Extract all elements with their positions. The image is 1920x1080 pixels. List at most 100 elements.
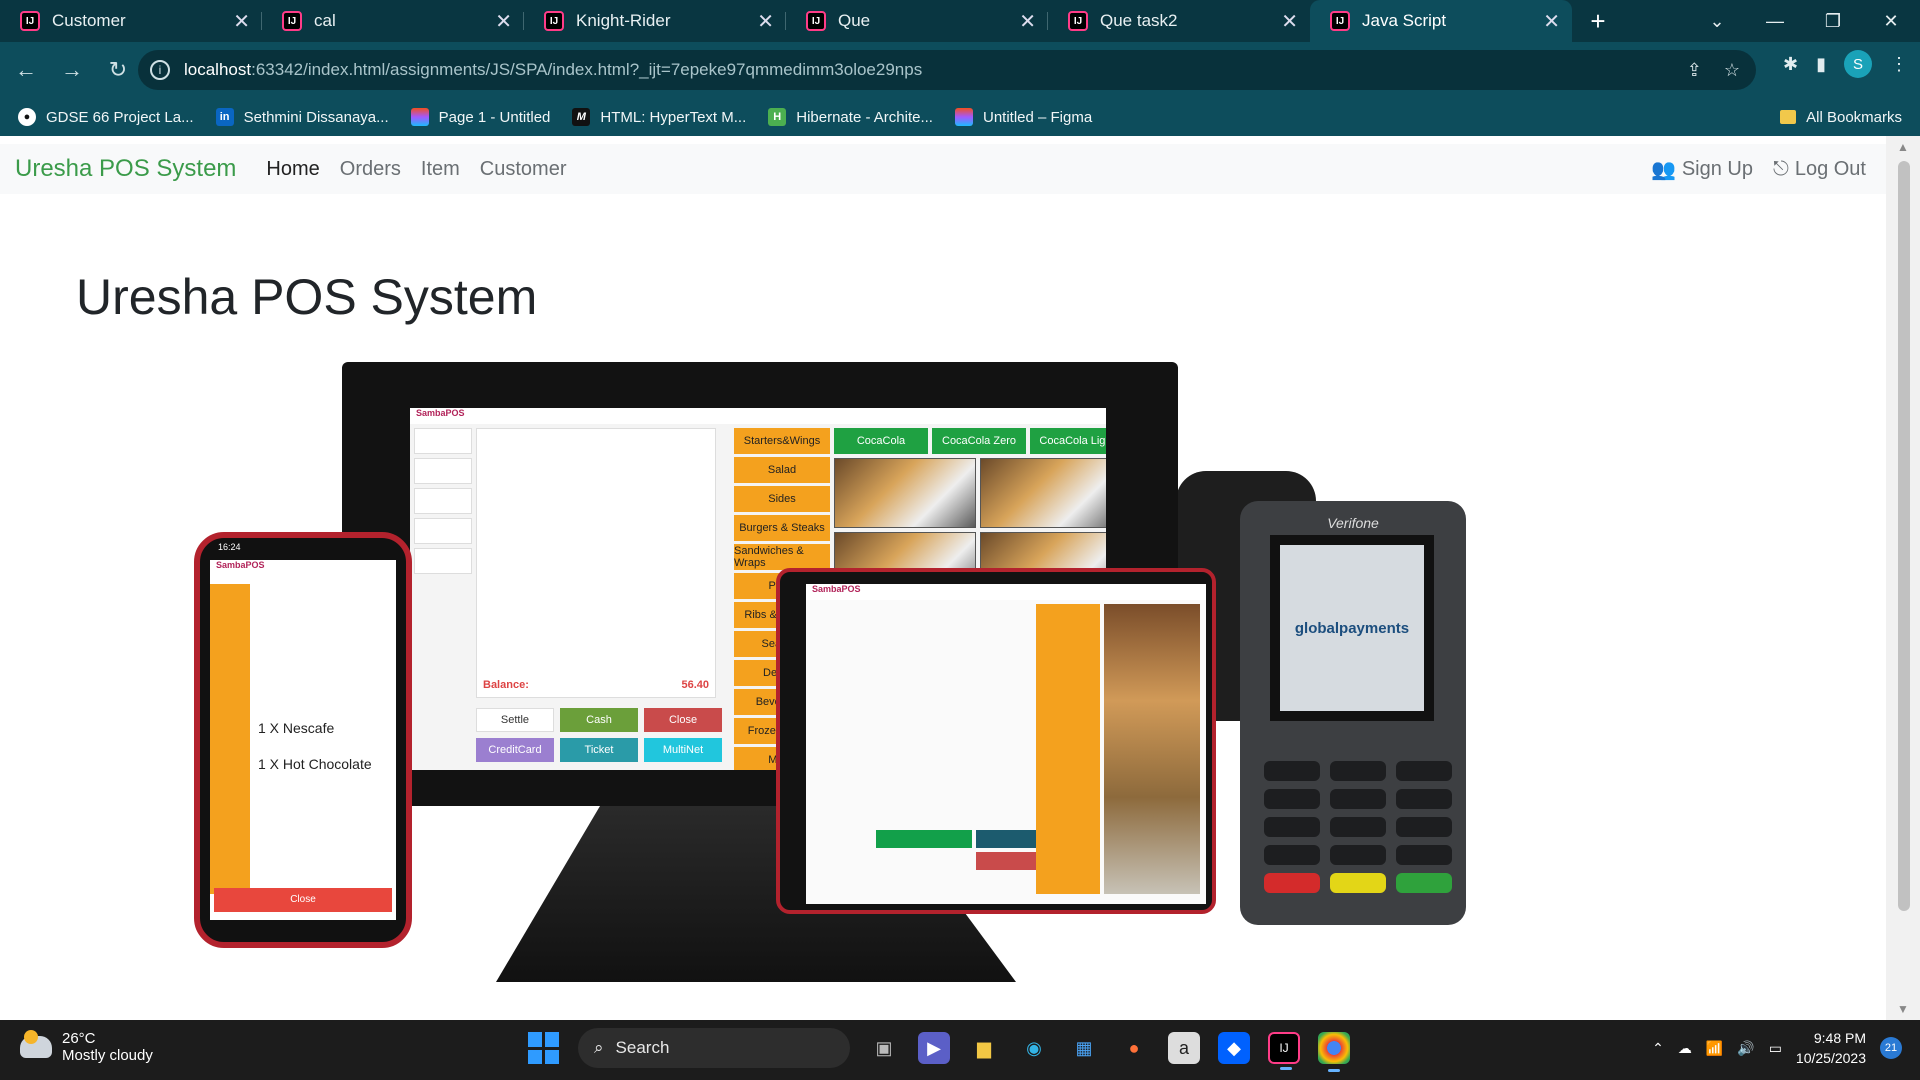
bookmark-label: Sethmini Dissanaya... [243,108,389,126]
address-bar[interactable]: i localhost:63342/index.html/assignments… [138,50,1756,90]
edge-icon[interactable]: ◉ [1018,1032,1050,1064]
scroll-up-arrow-icon[interactable]: ▲ [1886,140,1920,154]
task-view-icon[interactable]: ▣ [868,1032,900,1064]
tab-customer[interactable]: IJ Customer ✕ [0,0,262,42]
terminal-display-text: globalpayments [1294,619,1410,637]
bookmark-item[interactable]: Untitled – Figma [954,108,1092,126]
teams-chat-icon[interactable]: ▶ [918,1032,950,1064]
tab-label: Que task2 [1100,11,1178,30]
forward-button[interactable]: → [52,50,92,90]
phone-time: 16:24 [218,542,241,552]
screen-pay-button: Cash [560,708,638,732]
food-photo [834,458,976,528]
tab-search-icon[interactable]: ⌄ [1688,0,1746,42]
figma-icon [410,108,429,126]
intellij-icon[interactable]: IJ [1268,1032,1300,1070]
microsoft-store-icon[interactable]: ▦ [1068,1032,1100,1064]
log-out-link[interactable]: ⎋ Log Out [1773,157,1866,182]
close-tab-icon[interactable]: ✕ [1543,9,1560,34]
bookmark-label: Hibernate - Archite... [796,108,933,126]
close-tab-icon[interactable]: ✕ [757,9,774,34]
sign-up-link[interactable]: 👥 Sign Up [1651,157,1753,182]
restore-button[interactable]: ❐ [1804,0,1862,42]
notification-badge[interactable]: 21 [1880,1037,1902,1059]
bookmark-item[interactable]: in Sethmini Dissanaya... [215,108,389,126]
close-window-button[interactable]: ✕ [1862,0,1920,42]
users-icon: 👥 [1650,158,1676,181]
nav-customer[interactable]: Customer [480,158,567,181]
minimize-button[interactable]: — [1746,0,1804,42]
close-tab-icon[interactable]: ✕ [495,9,512,34]
scroll-down-arrow-icon[interactable]: ▼ [1886,1002,1920,1016]
page-scrollbar[interactable]: ▲ ▼ [1886,136,1920,1020]
dropbox-icon[interactable]: ◆ [1218,1032,1250,1064]
navbar-brand[interactable]: Uresha POS System [15,155,236,183]
screen-category: Sides [734,486,830,512]
keypad-key [1330,789,1386,809]
tab-label: Knight-Rider [576,11,671,30]
bookmark-label: GDSE 66 Project La... [46,108,194,126]
clock-date: 10/25/2023 [1795,1050,1866,1066]
bookmark-item[interactable]: H Hibernate - Archite... [768,108,933,126]
tab-java-script[interactable]: IJ Java Script ✕ [1310,0,1572,42]
extensions-puzzle-icon[interactable]: ✱ [1783,54,1798,75]
nav-orders[interactable]: Orders [340,158,401,181]
tab-que[interactable]: IJ Que ✕ [786,0,1048,42]
screen-pay-button: Settle [476,708,554,732]
bookmark-item[interactable]: ● GDSE 66 Project La... [18,108,194,126]
chevron-up-icon[interactable]: ⌃ [1652,1040,1664,1057]
nav-home[interactable]: Home [266,158,319,181]
intellij-icon: IJ [806,11,826,31]
screen-pay-button: Close [644,708,722,732]
wifi-icon[interactable]: 📶 [1706,1040,1723,1057]
new-tab-button[interactable]: + [1572,0,1624,42]
side-panel-icon[interactable]: ▮ [1816,54,1826,75]
page-viewport: Uresha POS System Home Orders Item Custo… [0,136,1920,1020]
terminal-brand: Verifone [1327,515,1379,531]
keypad-key [1396,845,1452,865]
reload-button[interactable]: ↻ [98,50,138,90]
chrome-icon[interactable] [1318,1032,1350,1072]
scrollbar-thumb[interactable] [1898,161,1910,911]
tablet-cash-button [876,830,972,848]
keypad-key [1264,789,1320,809]
close-tab-icon[interactable]: ✕ [1019,9,1036,34]
windows-taskbar: 26°C Mostly cloudy ⌕ Search ▣ ▶ ▆ ◉ ▦ ● … [0,1020,1920,1080]
tab-cal[interactable]: IJ cal ✕ [262,0,524,42]
volume-icon[interactable]: 🔊 [1737,1040,1754,1057]
nav-item[interactable]: Item [421,158,460,181]
food-photo [980,458,1106,528]
page-title: Uresha POS System [76,269,538,325]
site-info-icon[interactable]: i [150,60,170,80]
url-path: :63342/index.html/assignments/JS/SPA/ind… [251,60,923,79]
firefox-icon[interactable]: ● [1118,1032,1150,1064]
file-explorer-icon[interactable]: ▆ [968,1032,1000,1064]
intellij-icon: IJ [1330,11,1350,31]
bookmark-item[interactable]: M HTML: HyperText M... [572,108,746,126]
phone-order-item: 1 X Hot Chocolate [258,756,372,772]
tab-que-task2[interactable]: IJ Que task2 ✕ [1048,0,1310,42]
tab-label: Java Script [1362,11,1447,30]
window-controls: ⌄ — ❐ ✕ [1688,0,1920,42]
menu-kebab-icon[interactable]: ⋮ [1890,54,1908,75]
nav-auth: 👥 Sign Up ⎋ Log Out [1651,157,1866,182]
bookmark-star-icon[interactable]: ☆ [1724,60,1740,81]
share-icon[interactable]: ⇪ [1687,60,1702,81]
windows-start-icon[interactable] [528,1032,560,1064]
taskbar-search[interactable]: ⌕ Search [578,1028,850,1068]
log-out-label: Log Out [1794,157,1866,180]
tab-knight-rider[interactable]: IJ Knight-Rider ✕ [524,0,786,42]
all-bookmarks-button[interactable]: All Bookmarks [1780,109,1902,126]
tablet-brand: SambaPOS [806,584,1206,600]
pos-hero-image: SambaPOS Balance: 56.40 Settle Cash Clos… [76,336,1822,986]
clock[interactable]: 9:48 PM 10/25/2023 [1796,1028,1866,1068]
onedrive-icon[interactable]: ☁ [1678,1040,1692,1057]
bookmark-item[interactable]: Page 1 - Untitled [410,108,550,126]
weather-widget[interactable]: 26°C Mostly cloudy [20,1030,153,1064]
profile-avatar[interactable]: S [1844,50,1872,78]
back-button[interactable]: ← [6,50,46,90]
amazon-icon[interactable]: a [1168,1032,1200,1064]
battery-icon[interactable]: ▭ [1769,1040,1782,1057]
close-tab-icon[interactable]: ✕ [233,9,250,34]
close-tab-icon[interactable]: ✕ [1281,9,1298,34]
